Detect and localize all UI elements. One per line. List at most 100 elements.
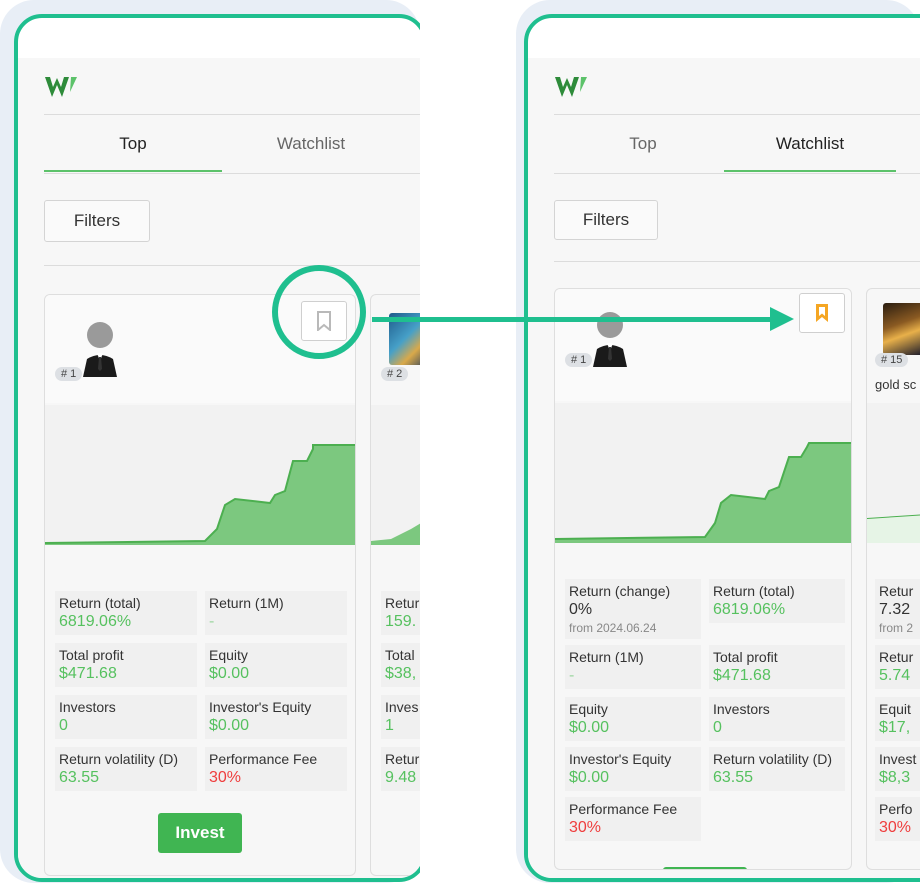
stat-cell: Equit $17,: [875, 697, 920, 741]
stat-label: Retur: [385, 595, 420, 611]
stat-label: Invest: [879, 751, 917, 767]
stat-value: 63.55: [713, 769, 754, 786]
equity-chart: [45, 405, 355, 545]
trader-card-peek[interactable]: # 2 Retur 159. Total $38, Inves 1 Retur 9.48: [370, 294, 420, 876]
stat-cell: Return volatility (D) 63.55: [55, 747, 197, 791]
divider: [44, 265, 420, 266]
stat-value: 0: [713, 719, 722, 736]
stat-value: $0.00: [569, 769, 610, 786]
equity-chart: [555, 403, 851, 543]
stat-cell: Total $38,: [381, 643, 420, 687]
trader-card[interactable]: # 1 Return (change) 0% from 2024.06.24 Ret: [554, 288, 852, 870]
stat-cell: Retur 159.: [381, 591, 420, 635]
stat-cell: Return volatility (D) 63.55: [709, 747, 845, 791]
stat-cell: Return (1M) -: [565, 645, 701, 689]
stat-value: $17,: [879, 719, 911, 736]
stat-value: 63.55: [59, 769, 100, 786]
stat-label: Investor's Equity: [209, 699, 312, 715]
stat-label: Return volatility (D): [713, 751, 833, 767]
stat-label: Performance Fee: [209, 751, 318, 767]
stat-value: 9.48: [385, 769, 417, 786]
stat-subtext: from 2: [879, 621, 914, 635]
tab-watchlist[interactable]: Watchlist: [222, 116, 400, 172]
stat-label: Perfo: [879, 801, 913, 817]
divider: [554, 261, 920, 262]
stat-value: 7.32: [879, 601, 911, 618]
bookmark-button-active[interactable]: [799, 293, 845, 333]
stat-value: 5.74: [879, 667, 911, 684]
phone-frame: Top Watchlist Filters: [14, 14, 420, 882]
stat-label: Return (total): [59, 595, 141, 611]
stat-cell: Retur 7.32 from 2: [875, 579, 920, 639]
tab-top[interactable]: Top: [554, 116, 732, 172]
stat-label: Total: [385, 647, 415, 663]
invest-button[interactable]: Invest: [158, 813, 242, 853]
stat-cell: Equity $0.00: [565, 697, 701, 741]
stat-value: -: [209, 613, 215, 630]
stat-label: Investor's Equity: [569, 751, 672, 767]
equity-area: [45, 444, 355, 545]
phone-screen-watchlist: Top Watchlist Filters # 1 Return (change…: [516, 0, 920, 883]
trader-card-peek[interactable]: # 15 gold sc Retur 7.32 from 2 Retur 5.74 Equ…: [866, 288, 920, 870]
divider: [44, 114, 420, 115]
rank-badge: # 2: [381, 367, 409, 381]
app-screen: Top Watchlist Filters: [18, 58, 420, 878]
phone-screen-top: Top Watchlist Filters # 1 Return (total)…: [0, 0, 420, 883]
stat-value: 30%: [569, 819, 602, 836]
stat-label: Total profit: [713, 649, 778, 665]
rank-badge: # 1: [565, 353, 593, 367]
divider: [44, 173, 420, 174]
stat-label: Investors: [713, 701, 770, 717]
stat-label: Return volatility (D): [59, 751, 179, 767]
tab-label: Watchlist: [775, 134, 845, 153]
trader-name: gold sc: [875, 377, 917, 392]
invest-button[interactable]: [663, 867, 747, 869]
tab-top[interactable]: Top: [44, 116, 222, 172]
stat-value: $0.00: [569, 719, 610, 736]
phone-frame: Top Watchlist Filters: [524, 14, 920, 882]
stat-cell: Return (change) 0% from 2024.06.24: [565, 579, 701, 639]
divider: [554, 173, 920, 174]
stat-cell: Return (1M) -: [205, 591, 347, 635]
tab-bar: Top Watchlist: [554, 116, 920, 172]
stat-cell: Investors 0: [709, 697, 845, 741]
filters-button[interactable]: Filters: [44, 200, 150, 242]
filters-button[interactable]: Filters: [554, 200, 658, 240]
stat-value: 30%: [209, 769, 242, 786]
stat-cell: Perfo 30%: [875, 797, 920, 841]
stat-label: Return (change): [569, 583, 671, 599]
stat-cell: Invest $8,3: [875, 747, 920, 791]
stat-value: -: [569, 667, 575, 684]
stat-subtext: from 2024.06.24: [569, 621, 657, 635]
card-header: # 1: [555, 289, 851, 401]
stat-cell: Performance Fee 30%: [565, 797, 701, 841]
equity-chart: [371, 405, 420, 545]
stat-cell: Retur 5.74: [875, 645, 920, 689]
equity-area: [371, 523, 420, 545]
highlight-ring: [272, 265, 366, 359]
stat-cell: Performance Fee 30%: [205, 747, 347, 791]
stat-label: Return (total): [713, 583, 795, 599]
logo-icon[interactable]: [554, 74, 592, 105]
stat-value: $8,3: [879, 769, 911, 786]
app-screen: Top Watchlist Filters: [528, 58, 920, 878]
tab-watchlist[interactable]: Watchlist: [724, 116, 896, 172]
logo-icon[interactable]: [44, 74, 82, 105]
stat-cell: Return (total) 6819.06%: [55, 591, 197, 635]
stat-label: Return (1M): [209, 595, 284, 611]
equity-area: [867, 514, 920, 543]
trader-card[interactable]: # 1 Return (total) 6819.06% Return (1M) - To…: [44, 294, 356, 876]
tab-label: Top: [119, 134, 147, 153]
tab-label: Watchlist: [276, 134, 346, 153]
stat-value: 159.: [385, 613, 417, 630]
stat-cell: Retur 9.48: [381, 747, 420, 791]
stat-value: $0.00: [209, 717, 250, 734]
stat-cell: Total profit $471.68: [55, 643, 197, 687]
stat-cell: Investor's Equity $0.00: [205, 695, 347, 739]
stat-cell: Investor's Equity $0.00: [565, 747, 701, 791]
stat-value: 6819.06%: [59, 613, 132, 630]
stat-cell: Equity $0.00: [205, 643, 347, 687]
stat-label: Return (1M): [569, 649, 644, 665]
stat-value: 30%: [879, 819, 912, 836]
stat-cell: Investors 0: [55, 695, 197, 739]
